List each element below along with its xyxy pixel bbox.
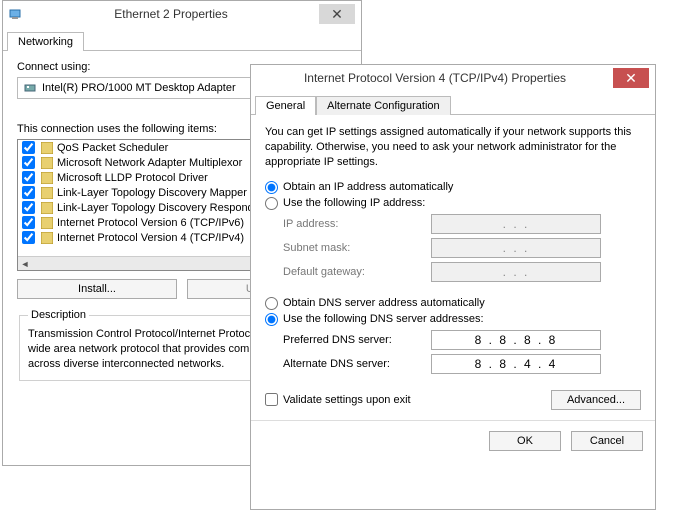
ipv4-content: You can get IP settings assigned automat… bbox=[251, 115, 655, 420]
pref-dns-label: Preferred DNS server: bbox=[283, 334, 431, 346]
item-checkbox[interactable] bbox=[22, 231, 35, 244]
radio-dns-manual-row[interactable]: Use the following DNS server addresses: bbox=[265, 313, 641, 326]
alt-dns-label: Alternate DNS server: bbox=[283, 358, 431, 370]
radio-ip-auto-label: Obtain an IP address automatically bbox=[283, 181, 453, 193]
item-label: Link-Layer Topology Discovery Responder bbox=[57, 202, 263, 214]
item-label: Microsoft Network Adapter Multiplexor bbox=[57, 157, 242, 169]
item-checkbox[interactable] bbox=[22, 171, 35, 184]
ethernet-title: Ethernet 2 Properties bbox=[23, 7, 319, 21]
radio-ip-manual-row[interactable]: Use the following IP address: bbox=[265, 197, 641, 210]
item-checkbox[interactable] bbox=[22, 156, 35, 169]
ipv4-bottom-buttons: OK Cancel bbox=[251, 420, 655, 461]
item-checkbox[interactable] bbox=[22, 186, 35, 199]
radio-dns-auto[interactable] bbox=[265, 297, 278, 310]
ipv4-titlebar: Internet Protocol Version 4 (TCP/IPv4) P… bbox=[251, 65, 655, 91]
alt-dns-row: Alternate DNS server: 8 . 8 . 4 . 4 bbox=[283, 354, 641, 374]
alt-dns-input[interactable]: 8 . 8 . 4 . 4 bbox=[431, 354, 601, 374]
subnet-input[interactable]: . . . bbox=[431, 238, 601, 258]
item-label: Internet Protocol Version 6 (TCP/IPv6) bbox=[57, 217, 244, 229]
component-icon bbox=[41, 157, 53, 169]
component-icon bbox=[41, 202, 53, 214]
ethernet-titlebar: Ethernet 2 Properties ✕ bbox=[3, 1, 361, 27]
gateway-label: Default gateway: bbox=[283, 266, 431, 278]
ipv4-properties-window: Internet Protocol Version 4 (TCP/IPv4) P… bbox=[250, 64, 656, 510]
item-checkbox[interactable] bbox=[22, 141, 35, 154]
component-icon bbox=[41, 142, 53, 154]
close-button[interactable]: ✕ bbox=[319, 4, 355, 24]
ipv4-title: Internet Protocol Version 4 (TCP/IPv4) P… bbox=[257, 71, 613, 85]
pref-dns-row: Preferred DNS server: 8 . 8 . 8 . 8 bbox=[283, 330, 641, 350]
install-button[interactable]: Install... bbox=[17, 279, 177, 299]
adapter-icon bbox=[24, 82, 36, 94]
nic-icon bbox=[9, 8, 23, 20]
ip-address-input[interactable]: . . . bbox=[431, 214, 601, 234]
item-checkbox[interactable] bbox=[22, 216, 35, 229]
component-icon bbox=[41, 232, 53, 244]
component-icon bbox=[41, 172, 53, 184]
description-title: Description bbox=[28, 309, 89, 321]
radio-dns-manual[interactable] bbox=[265, 313, 278, 326]
radio-ip-auto-row[interactable]: Obtain an IP address automatically bbox=[265, 181, 641, 194]
radio-ip-auto[interactable] bbox=[265, 181, 278, 194]
radio-dns-auto-label: Obtain DNS server address automatically bbox=[283, 297, 485, 309]
radio-ip-manual-label: Use the following IP address: bbox=[283, 197, 425, 209]
item-label: Internet Protocol Version 4 (TCP/IPv4) bbox=[57, 232, 244, 244]
radio-ip-manual[interactable] bbox=[265, 197, 278, 210]
item-label: Microsoft LLDP Protocol Driver bbox=[57, 172, 208, 184]
close-button[interactable]: ✕ bbox=[613, 68, 649, 88]
ipv4-intro: You can get IP settings assigned automat… bbox=[265, 125, 641, 170]
ok-button[interactable]: OK bbox=[489, 431, 561, 451]
validate-row[interactable]: Validate settings upon exit bbox=[265, 393, 411, 406]
validate-checkbox[interactable] bbox=[265, 393, 278, 406]
ip-address-label: IP address: bbox=[283, 218, 431, 230]
ip-address-row: IP address: . . . bbox=[283, 214, 641, 234]
advanced-button[interactable]: Advanced... bbox=[551, 390, 641, 410]
pref-dns-input[interactable]: 8 . 8 . 8 . 8 bbox=[431, 330, 601, 350]
tab-general[interactable]: General bbox=[255, 96, 316, 115]
adapter-name: Intel(R) PRO/1000 MT Desktop Adapter bbox=[42, 82, 236, 94]
gateway-input[interactable]: . . . bbox=[431, 262, 601, 282]
item-label: Link-Layer Topology Discovery Mapper bbox=[57, 187, 247, 199]
tab-alternate-configuration[interactable]: Alternate Configuration bbox=[316, 96, 451, 115]
item-checkbox[interactable] bbox=[22, 201, 35, 214]
subnet-row: Subnet mask: . . . bbox=[283, 238, 641, 258]
ethernet-tabs: Networking bbox=[3, 27, 361, 51]
radio-dns-manual-label: Use the following DNS server addresses: bbox=[283, 313, 484, 325]
component-icon bbox=[41, 187, 53, 199]
ipv4-tabs: General Alternate Configuration bbox=[251, 91, 655, 115]
validate-label: Validate settings upon exit bbox=[283, 394, 411, 406]
radio-dns-auto-row[interactable]: Obtain DNS server address automatically bbox=[265, 297, 641, 310]
cancel-button[interactable]: Cancel bbox=[571, 431, 643, 451]
item-label: QoS Packet Scheduler bbox=[57, 142, 168, 154]
subnet-label: Subnet mask: bbox=[283, 242, 431, 254]
component-icon bbox=[41, 217, 53, 229]
gateway-row: Default gateway: . . . bbox=[283, 262, 641, 282]
scroll-left-icon[interactable]: ◄ bbox=[18, 257, 32, 271]
tab-networking[interactable]: Networking bbox=[7, 32, 84, 51]
